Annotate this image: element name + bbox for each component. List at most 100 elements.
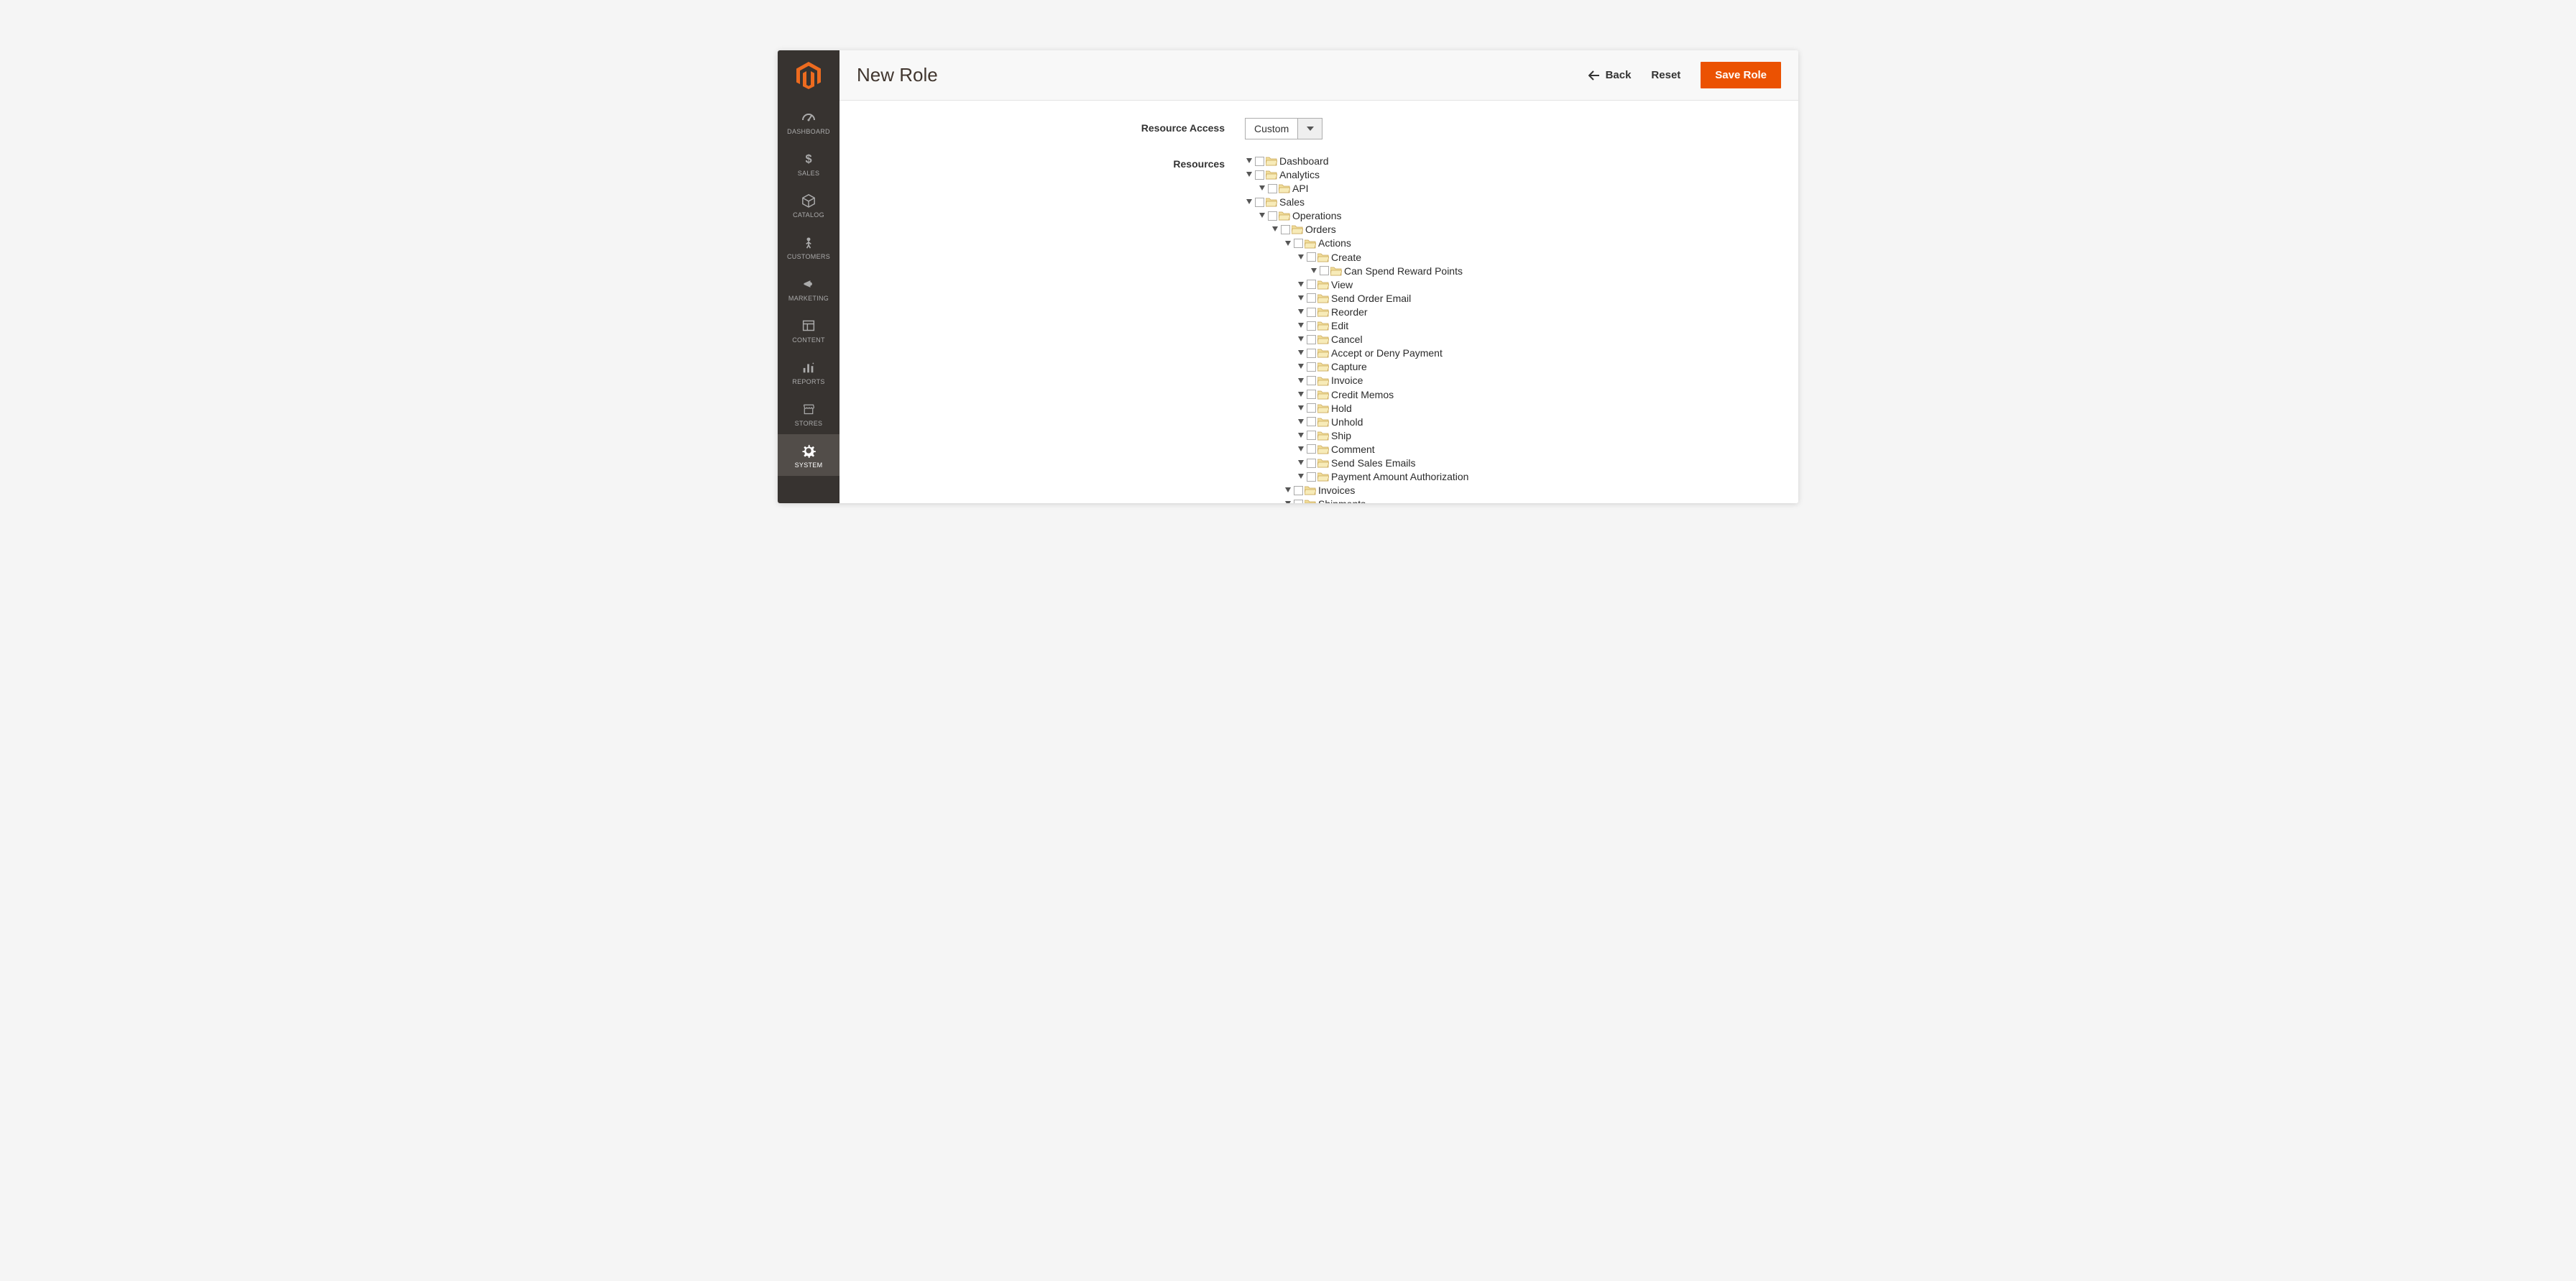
tree-checkbox[interactable]	[1307, 335, 1316, 344]
tree-node-label[interactable]: Reorder	[1331, 306, 1368, 318]
tree-node-label[interactable]: Ship	[1331, 429, 1351, 442]
expand-arrow-icon[interactable]	[1297, 308, 1305, 316]
expand-arrow-icon[interactable]	[1258, 211, 1266, 220]
expand-arrow-icon[interactable]	[1297, 445, 1305, 454]
expand-arrow-icon[interactable]	[1297, 362, 1305, 371]
nav-item-catalog[interactable]: CATALOG	[778, 184, 840, 226]
tree-checkbox[interactable]	[1281, 225, 1290, 234]
resource-access-select[interactable]: Custom	[1245, 118, 1322, 139]
expand-arrow-icon[interactable]	[1297, 390, 1305, 399]
expand-arrow-icon[interactable]	[1310, 267, 1318, 275]
expand-arrow-icon[interactable]	[1297, 472, 1305, 481]
tree-node-label[interactable]: View	[1331, 278, 1353, 291]
expand-arrow-icon[interactable]	[1297, 335, 1305, 344]
nav-item-content[interactable]: CONTENT	[778, 309, 840, 351]
folder-icon	[1330, 266, 1342, 276]
expand-arrow-icon[interactable]	[1271, 225, 1279, 234]
nav-item-dashboard[interactable]: DASHBOARD	[778, 101, 840, 142]
tree-checkbox[interactable]	[1307, 417, 1316, 426]
app-frame: DASHBOARD$SALES CATALOG CUSTOMERSMARKETING…	[778, 50, 1798, 503]
tree-node-label[interactable]: Unhold	[1331, 415, 1363, 428]
tree-node-label[interactable]: Comment	[1331, 443, 1375, 456]
tree-node-label[interactable]: Edit	[1331, 319, 1348, 332]
tree-node-label[interactable]: Orders	[1305, 223, 1336, 236]
tree-checkbox[interactable]	[1307, 321, 1316, 331]
tree-node-label[interactable]: Can Spend Reward Points	[1344, 265, 1463, 277]
tree-node-label[interactable]: Accept or Deny Payment	[1331, 346, 1443, 359]
expand-arrow-icon[interactable]	[1284, 486, 1292, 495]
tree-checkbox[interactable]	[1268, 184, 1277, 193]
expand-arrow-icon[interactable]	[1297, 349, 1305, 357]
tree-checkbox[interactable]	[1255, 170, 1264, 180]
tree-node-label[interactable]: Send Sales Emails	[1331, 456, 1416, 469]
tree-node-label[interactable]: Cancel	[1331, 333, 1363, 346]
save-role-button[interactable]: Save Role	[1701, 62, 1781, 88]
tree-node: Can Spend Reward Points	[1310, 264, 1781, 277]
tree-node-label[interactable]: Operations	[1292, 209, 1341, 222]
tree-checkbox[interactable]	[1307, 444, 1316, 454]
tree-node-label[interactable]: Dashboard	[1279, 155, 1329, 167]
tree-node-label[interactable]: Sales	[1279, 196, 1305, 208]
nav-item-customers[interactable]: CUSTOMERS	[778, 226, 840, 267]
expand-arrow-icon[interactable]	[1245, 198, 1254, 206]
tree-checkbox[interactable]	[1307, 390, 1316, 399]
expand-arrow-icon[interactable]	[1297, 377, 1305, 385]
folder-icon	[1317, 376, 1329, 386]
arrow-left-icon	[1588, 70, 1600, 81]
tree-checkbox[interactable]	[1307, 376, 1316, 385]
expand-arrow-icon[interactable]	[1297, 431, 1305, 440]
nav-item-reports[interactable]: REPORTS	[778, 351, 840, 392]
expand-arrow-icon[interactable]	[1297, 294, 1305, 303]
tree-node-label[interactable]: Analytics	[1279, 168, 1320, 181]
expand-arrow-icon[interactable]	[1297, 404, 1305, 413]
tree-node-label[interactable]: Actions	[1318, 237, 1351, 249]
nav-item-sales[interactable]: $SALES	[778, 142, 840, 184]
tree-checkbox[interactable]	[1307, 252, 1316, 262]
nav-label: CATALOG	[793, 211, 824, 219]
tree-checkbox[interactable]	[1307, 472, 1316, 482]
expand-arrow-icon[interactable]	[1297, 253, 1305, 262]
expand-arrow-icon[interactable]	[1284, 500, 1292, 503]
expand-arrow-icon[interactable]	[1297, 418, 1305, 426]
tree-node-label[interactable]: Credit Memos	[1331, 388, 1394, 401]
tree-checkbox[interactable]	[1307, 293, 1316, 303]
tree-node-label[interactable]: Invoices	[1318, 484, 1355, 497]
tree-checkbox[interactable]	[1294, 486, 1303, 495]
tree-node-label[interactable]: Hold	[1331, 402, 1352, 415]
tree-checkbox[interactable]	[1255, 157, 1264, 166]
reset-button[interactable]: Reset	[1651, 69, 1680, 81]
tree-node-label[interactable]: Payment Amount Authorization	[1331, 470, 1468, 483]
expand-arrow-icon[interactable]	[1284, 239, 1292, 248]
tree-checkbox[interactable]	[1307, 459, 1316, 468]
expand-arrow-icon[interactable]	[1258, 184, 1266, 193]
tree-checkbox[interactable]	[1294, 239, 1303, 248]
tree-checkbox[interactable]	[1255, 198, 1264, 207]
tree-checkbox[interactable]	[1320, 266, 1329, 275]
tree-checkbox[interactable]	[1294, 500, 1303, 503]
tree-node-label[interactable]: Create	[1331, 251, 1361, 264]
logo[interactable]	[778, 50, 840, 101]
tree-checkbox[interactable]	[1307, 280, 1316, 289]
nav-item-marketing[interactable]: MARKETING	[778, 267, 840, 309]
folder-icon	[1317, 293, 1329, 303]
expand-arrow-icon[interactable]	[1297, 280, 1305, 289]
expand-arrow-icon[interactable]	[1297, 459, 1305, 467]
tree-checkbox[interactable]	[1268, 211, 1277, 221]
tree-node-label[interactable]: Capture	[1331, 360, 1367, 373]
back-button[interactable]: Back	[1588, 69, 1632, 81]
tree-node-label[interactable]: Shipments	[1318, 497, 1366, 503]
tree-node-label[interactable]: Invoice	[1331, 374, 1363, 387]
expand-arrow-icon[interactable]	[1297, 321, 1305, 330]
tree-node-label[interactable]: Send Order Email	[1331, 292, 1411, 305]
nav-item-system[interactable]: SYSTEM	[778, 434, 840, 476]
select-caret[interactable]	[1298, 118, 1322, 139]
tree-checkbox[interactable]	[1307, 349, 1316, 358]
tree-checkbox[interactable]	[1307, 431, 1316, 440]
tree-checkbox[interactable]	[1307, 308, 1316, 317]
expand-arrow-icon[interactable]	[1245, 157, 1254, 165]
tree-checkbox[interactable]	[1307, 362, 1316, 372]
nav-item-stores[interactable]: STORES	[778, 392, 840, 434]
tree-node-label[interactable]: API	[1292, 182, 1309, 195]
tree-checkbox[interactable]	[1307, 403, 1316, 413]
expand-arrow-icon[interactable]	[1245, 170, 1254, 179]
